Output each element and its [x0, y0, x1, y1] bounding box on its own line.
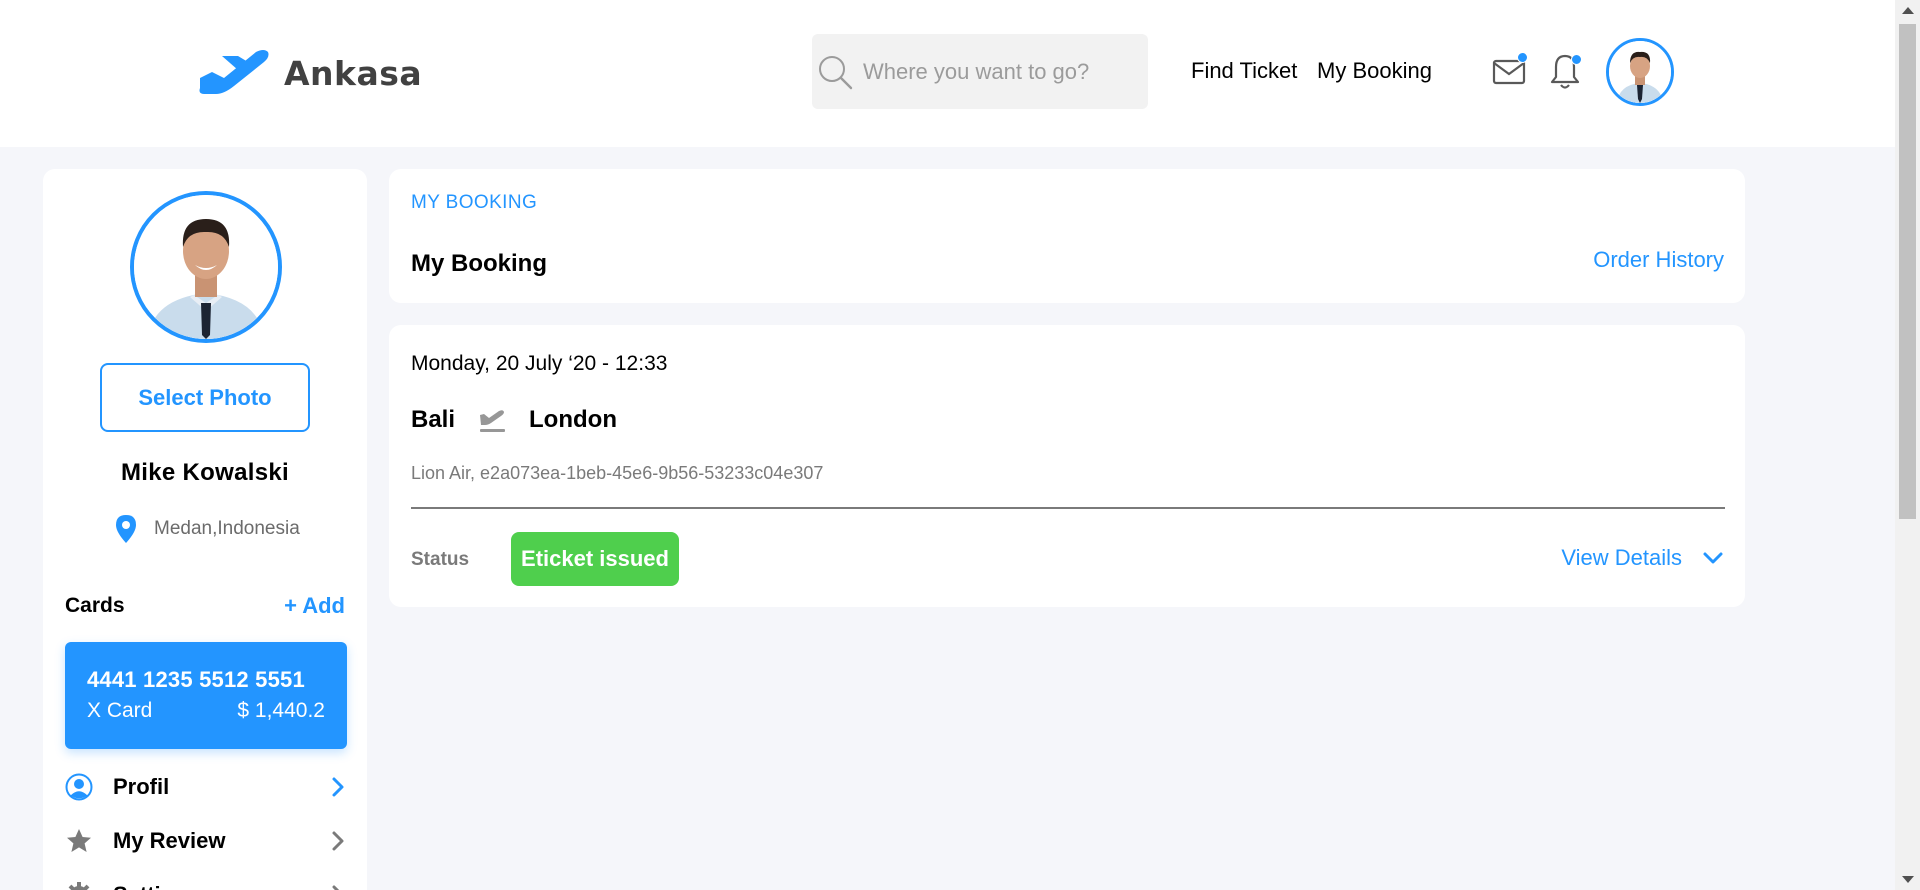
notification-dot [1571, 54, 1582, 65]
select-photo-button[interactable]: Select Photo [100, 363, 310, 432]
profile-photo [130, 191, 282, 343]
booking-card: Monday, 20 July ‘20 - 12:33 Bali London … [389, 325, 1745, 607]
plane-logo-icon [199, 50, 269, 94]
brand-logo[interactable]: Ankasa [198, 48, 422, 98]
location-text: Medan,Indonesia [154, 518, 300, 539]
divider [411, 507, 1725, 509]
sidebar-item-label: My Review [113, 828, 226, 853]
chevron-down-icon [1703, 552, 1723, 564]
brand-name: Ankasa [284, 53, 423, 93]
payment-card[interactable]: 4441 1235 5512 5551 X Card $ 1,440.2 [65, 642, 347, 749]
chevron-right-icon [332, 831, 344, 851]
page-scrollbar[interactable] [1895, 0, 1920, 890]
sidebar-item-label: Settings [113, 882, 200, 890]
nav-my-booking[interactable]: My Booking [1317, 58, 1432, 84]
avatar[interactable] [1606, 38, 1674, 106]
cards-heading: Cards [65, 594, 125, 617]
section-label: MY BOOKING [411, 192, 538, 213]
bell-icon[interactable] [1547, 52, 1583, 89]
user-circle-icon [65, 773, 93, 801]
order-history-link[interactable]: Order History [1593, 247, 1724, 273]
card-number: 4441 1235 5512 5551 [87, 667, 305, 692]
nav-find-ticket[interactable]: Find Ticket [1191, 58, 1297, 84]
scroll-down-arrow[interactable] [1902, 876, 1914, 883]
view-details-button[interactable]: View Details [1561, 545, 1724, 571]
search-box[interactable] [812, 34, 1148, 109]
star-icon [67, 829, 91, 852]
sidebar-item-profil[interactable]: Profil [65, 767, 347, 807]
scrollbar-thumb[interactable] [1899, 24, 1916, 519]
notification-dot [1517, 52, 1528, 63]
mail-icon[interactable] [1491, 52, 1528, 90]
destination-city: London [529, 406, 617, 433]
sidebar-item-my-review[interactable]: My Review [65, 821, 347, 861]
chevron-right-icon [332, 777, 344, 797]
origin-city: Bali [411, 406, 456, 433]
plane-icon [480, 410, 506, 432]
profile-sidebar: Select Photo Mike Kowalski Medan,Indones… [43, 169, 367, 890]
search-icon [819, 55, 853, 89]
page-title: My Booking [411, 250, 547, 277]
top-navbar: Ankasa Find Ticket My Booking [0, 0, 1895, 147]
sidebar-item-settings[interactable]: Settings [65, 875, 347, 890]
search-input[interactable] [863, 58, 1133, 85]
map-pin-icon [116, 515, 136, 543]
user-name: Mike Kowalski [121, 459, 289, 486]
chevron-right-icon [332, 885, 340, 890]
profile-photo-image [134, 195, 278, 339]
sidebar-item-label: Profil [113, 774, 170, 799]
add-card-button[interactable]: + Add [284, 593, 345, 619]
booking-header-panel: MY BOOKING My Booking Order History [389, 169, 1745, 303]
avatar-image [1609, 41, 1671, 103]
card-balance: $ 1,440.2 [237, 699, 325, 722]
user-location: Medan,Indonesia [114, 514, 300, 544]
booking-date: Monday, 20 July ‘20 - 12:33 [411, 352, 668, 375]
gear-icon [68, 882, 90, 890]
card-type: X Card [87, 699, 153, 722]
status-label: Status [411, 549, 470, 570]
view-details-label: View Details [1561, 545, 1682, 570]
status-badge: Eticket issued [511, 532, 679, 586]
flight-route: Bali London [411, 405, 617, 435]
scroll-up-arrow[interactable] [1902, 7, 1914, 14]
booking-airline-code: Lion Air, e2a073ea-1beb-45e6-9b56-53233c… [411, 463, 824, 483]
